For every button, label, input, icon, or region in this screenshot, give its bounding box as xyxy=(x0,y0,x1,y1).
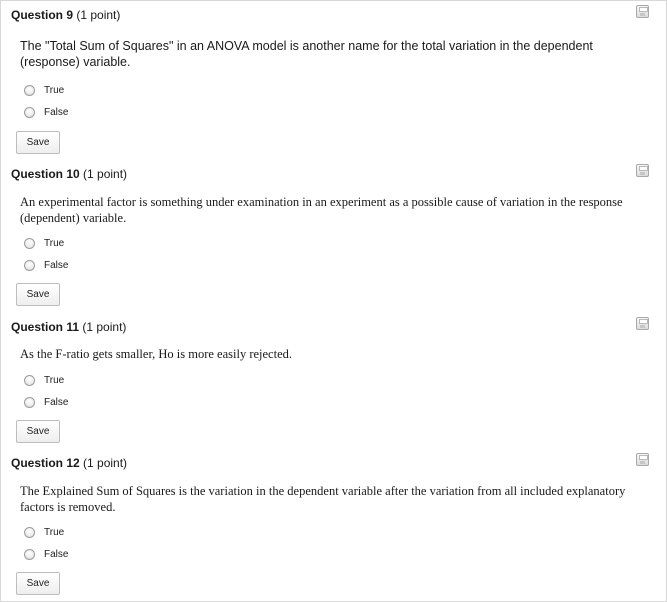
save-icon[interactable] xyxy=(636,317,649,330)
radio-button[interactable] xyxy=(24,374,35,386)
save-icon[interactable] xyxy=(636,453,649,466)
option-false[interactable]: False xyxy=(24,395,68,409)
option-true[interactable]: True xyxy=(24,83,64,97)
option-false[interactable]: False xyxy=(24,105,68,119)
question-points: (1 point) xyxy=(82,320,127,334)
radio-button[interactable] xyxy=(24,548,35,560)
option-true[interactable]: True xyxy=(24,236,64,250)
option-label: False xyxy=(44,106,69,118)
save-button[interactable]: Save xyxy=(16,131,60,154)
question-points: (1 point) xyxy=(83,456,128,470)
question-number: Question 10 xyxy=(11,167,80,181)
option-true[interactable]: True xyxy=(24,373,64,387)
question-header: Question 11 (1 point) xyxy=(11,320,126,335)
question-header: Question 9 (1 point) xyxy=(11,8,120,23)
option-false[interactable]: False xyxy=(24,258,68,272)
question-number: Question 12 xyxy=(11,456,80,470)
question-number: Question 11 xyxy=(11,320,80,334)
question-number: Question 9 xyxy=(11,8,74,22)
radio-button[interactable] xyxy=(24,526,35,538)
radio-button[interactable] xyxy=(24,106,35,118)
question-text: An experimental factor is something unde… xyxy=(20,195,623,225)
save-icon[interactable] xyxy=(636,5,649,18)
question-points: (1 point) xyxy=(76,8,121,22)
question-text: The Explained Sum of Squares is the vari… xyxy=(20,484,626,514)
question-text: The "Total Sum of Squares" in an ANOVA m… xyxy=(20,39,593,69)
question-header: Question 10 (1 point) xyxy=(11,167,127,182)
option-label: False xyxy=(44,548,69,560)
radio-button[interactable] xyxy=(24,84,35,96)
option-false[interactable]: False xyxy=(24,547,68,561)
quiz-frame: Question 9 (1 point) The "Total Sum of S… xyxy=(0,0,667,602)
option-label: True xyxy=(44,237,65,249)
question-text: As the F-ratio gets smaller, Ho is more … xyxy=(20,347,292,361)
option-label: False xyxy=(44,396,69,408)
option-true[interactable]: True xyxy=(24,525,64,539)
save-button[interactable]: Save xyxy=(16,572,60,595)
save-icon[interactable] xyxy=(636,164,649,177)
option-label: True xyxy=(44,526,65,538)
save-button[interactable]: Save xyxy=(16,420,60,443)
question-points: (1 point) xyxy=(83,167,128,181)
radio-button[interactable] xyxy=(24,396,35,408)
question-header: Question 12 (1 point) xyxy=(11,456,127,471)
radio-button[interactable] xyxy=(24,237,35,249)
option-label: True xyxy=(44,84,65,96)
option-label: True xyxy=(44,374,65,386)
option-label: False xyxy=(44,259,69,271)
radio-button[interactable] xyxy=(24,259,35,271)
save-button[interactable]: Save xyxy=(16,283,60,306)
